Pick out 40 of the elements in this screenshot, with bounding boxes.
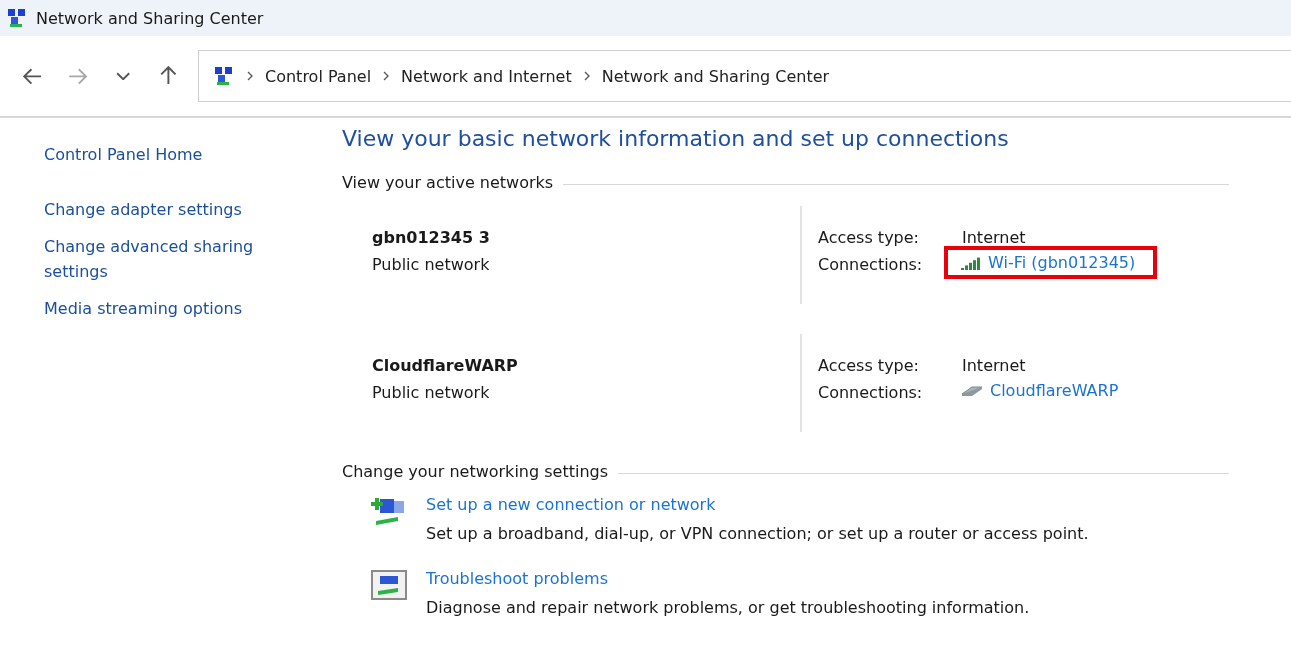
connection-link[interactable]: CloudflareWARP: [948, 378, 1137, 403]
breadcrumb-item[interactable]: Network and Sharing Center: [601, 66, 830, 86]
field-value: Internet: [962, 356, 1027, 375]
task-link[interactable]: Set up a new connection or network: [426, 495, 1089, 514]
forward-arrow-icon: [68, 67, 88, 85]
page-heading: View your basic network information and set up connections: [342, 126, 1010, 151]
troubleshoot-icon: [370, 569, 408, 601]
chevron-right-icon: [583, 71, 590, 81]
breadcrumb-item[interactable]: Control Panel: [265, 66, 372, 86]
network-category: Public network: [372, 383, 491, 402]
window-title: Network and Sharing Center: [36, 8, 264, 28]
signal-bars-icon: [960, 255, 982, 270]
section-title: View your active networks: [342, 173, 554, 192]
field-label: Access type:: [818, 356, 920, 375]
field-value: Internet: [962, 228, 1027, 247]
sidebar-link[interactable]: Change adapter settings: [44, 197, 284, 222]
sidebar-link[interactable]: Media streaming options: [44, 296, 284, 321]
field-label: Connections:: [818, 383, 924, 403]
back-arrow-icon: [23, 67, 43, 85]
sidebar-link[interactable]: Control Panel Home: [44, 142, 284, 167]
task-description: Diagnose and repair network problems, or get troubleshooting information.: [426, 598, 1030, 617]
highlighted-connection-link[interactable]: Wi-Fi (gbn012345): [948, 250, 1154, 275]
field-label: Connections:: [818, 255, 924, 275]
up-arrow-icon: [159, 66, 177, 86]
field-label: Access type:: [818, 228, 920, 247]
chevron-right-icon: [383, 71, 390, 81]
address-bar[interactable]: Control Panel Network and Internet Network and Sharing Center: [198, 50, 1291, 102]
chevron-down-icon: [115, 71, 131, 81]
task-description: Set up a broadband, dial-up, or VPN connection; or set up a router or access point.: [426, 524, 1089, 543]
network-cable-icon: [960, 383, 984, 398]
task-link[interactable]: Troubleshoot problems: [426, 569, 1030, 588]
network-app-icon: [6, 7, 28, 29]
network-category: Public network: [372, 255, 491, 274]
chevron-right-icon: [247, 71, 253, 81]
network-name: gbn012345 3: [372, 228, 491, 247]
network-name: CloudflareWARP: [372, 356, 519, 375]
network-location-icon: [213, 65, 235, 87]
sidebar-link[interactable]: Change advanced sharing settings: [44, 234, 284, 284]
breadcrumb-item[interactable]: Network and Internet: [401, 66, 572, 86]
section-title: Change your networking settings: [342, 462, 608, 481]
